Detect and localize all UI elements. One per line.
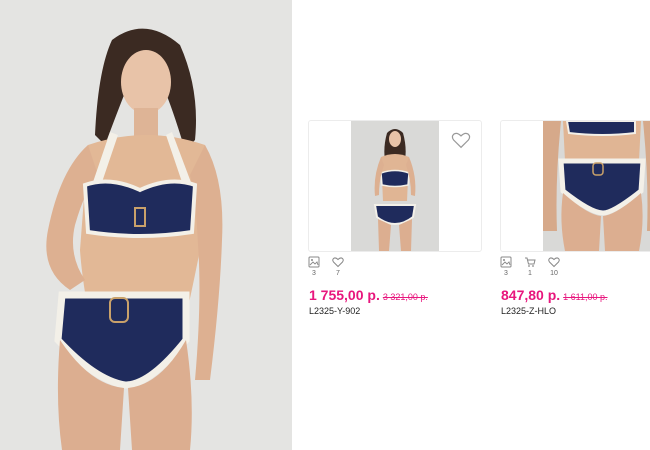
old-price: 3 321,00 р. <box>382 292 428 302</box>
current-price: 1 755,00 р. <box>309 287 380 303</box>
image-icon <box>308 256 320 268</box>
stat-count: 10 <box>550 270 558 277</box>
product-card[interactable] <box>500 120 650 252</box>
image-icon <box>500 256 512 268</box>
current-price: 847,80 р. <box>501 287 561 303</box>
price-block: 1 755,00 р. 3 321,00 р. <box>309 287 428 305</box>
stat-likes: 7 <box>331 256 345 277</box>
product-stats: 3 7 <box>307 256 345 277</box>
stat-cart: 1 <box>523 256 537 277</box>
model-photo <box>0 0 292 450</box>
heart-icon <box>332 257 344 268</box>
stat-count: 3 <box>504 270 508 277</box>
product-thumbnail[interactable] <box>351 121 439 251</box>
product-stats: 3 1 10 <box>499 256 561 277</box>
product-thumbnail[interactable] <box>543 121 650 251</box>
stat-count: 7 <box>336 270 340 277</box>
stat-likes: 10 <box>547 256 561 277</box>
old-price: 1 611,00 р. <box>563 292 608 302</box>
hero-image <box>0 0 292 450</box>
product-card[interactable] <box>308 120 482 252</box>
product-sku[interactable]: L2325-Z-HLO <box>501 306 556 316</box>
stat-images: 3 <box>307 256 321 277</box>
stat-images: 3 <box>499 256 513 277</box>
heart-icon[interactable] <box>451 131 471 149</box>
product-sku[interactable]: L2325-Y-902 <box>309 306 360 316</box>
heart-icon <box>548 257 560 268</box>
cart-icon <box>525 257 536 267</box>
price-block: 847,80 р. 1 611,00 р. <box>501 287 608 305</box>
stat-count: 3 <box>312 270 316 277</box>
stat-count: 1 <box>528 270 532 277</box>
